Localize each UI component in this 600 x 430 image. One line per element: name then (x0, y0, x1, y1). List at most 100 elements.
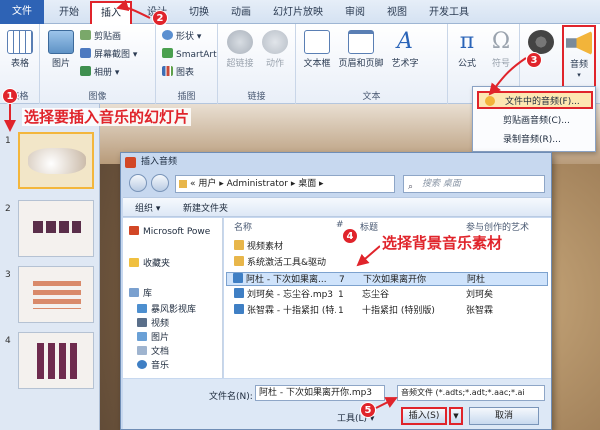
tab-animations[interactable]: 动画 (226, 4, 256, 22)
address-path: « 用户 ▸ Administrator ▸ 桌面 ▸ (190, 179, 324, 189)
track-title: 忘尘谷 (362, 290, 390, 300)
file-row[interactable]: 系统激活工具&驱动 (226, 256, 548, 270)
nav-label: 视频 (151, 319, 170, 329)
table-label: 表格 (10, 59, 29, 69)
clipart-icon (80, 30, 91, 40)
table-icon (7, 30, 33, 54)
nav-item-powerpoint[interactable]: Microsoft Powe (129, 226, 210, 238)
file-name-text: 阿杜 - 下次如果离... (246, 275, 327, 285)
dialog-title-bar: 插入音频 (121, 153, 551, 171)
annotation-text: 选择要插入音乐的幻灯片 (22, 108, 192, 126)
group-links: 超链接 动作 链接 (218, 24, 296, 104)
header-footer-button[interactable]: 页眉和页脚 (336, 30, 386, 69)
column-number[interactable]: # (336, 220, 344, 230)
menu-item-label: 文件中的音频(F)... (505, 97, 580, 107)
audio-label: 音频 (569, 60, 588, 70)
video-library-icon (137, 304, 147, 313)
table-button[interactable]: 表格 (6, 30, 34, 69)
nav-label: Microsoft Powe (143, 227, 211, 237)
nav-item-favorites[interactable]: 收藏夹 (129, 258, 170, 270)
nav-item-documents[interactable]: 文档 (137, 346, 169, 358)
tab-file[interactable]: 文件 (0, 0, 44, 24)
slide-thumbnail-1[interactable] (18, 132, 94, 189)
filetype-select[interactable]: 音频文件 (*.adts;*.adt;*.aac;*.ai (397, 385, 545, 401)
library-icon (129, 288, 139, 297)
audio-file-icon (234, 288, 244, 298)
file-name-text: 系统激活工具&驱动 (247, 258, 327, 268)
wordart-icon: A (397, 29, 413, 54)
symbol-button[interactable]: Ω 符号 (486, 30, 516, 70)
textbox-label: 文本框 (303, 59, 331, 69)
organize-button[interactable]: 组织 ▾ (135, 201, 160, 214)
tab-developer[interactable]: 开发工具 (424, 4, 474, 22)
tab-slideshow[interactable]: 幻灯片放映 (266, 4, 330, 22)
insert-button[interactable]: 插入(S) (401, 407, 447, 425)
screenshot-button[interactable]: 屏幕截图 ▾ (80, 48, 137, 62)
search-input[interactable]: ⌕ 搜索 桌面 (403, 175, 545, 193)
picture-button[interactable]: 图片 (46, 30, 76, 69)
track-title: 十指紧扣 (特别版) (362, 306, 435, 316)
file-row[interactable]: 张智霖 - 十指紧扣 (特... 1 十指紧扣 (特别版) 张智霖 (226, 304, 548, 318)
clipart-button[interactable]: 剪贴画 (80, 30, 121, 44)
file-row-selected[interactable]: 阿杜 - 下次如果离... 7 下次如果离开你 阿杜 (226, 272, 548, 286)
smartart-button[interactable]: SmartArt (162, 48, 217, 62)
track-number: 1 (338, 290, 344, 300)
forward-button[interactable] (151, 174, 169, 192)
menu-item-audio-from-file[interactable]: 文件中的音频(F)... (477, 91, 593, 109)
annotation-select-slide: 选择要插入音乐的幻灯片 (22, 106, 192, 127)
nav-item-videos[interactable]: 视频 (137, 318, 169, 330)
album-label: 相册 (94, 68, 113, 78)
slide-thumbnail-4[interactable] (18, 332, 94, 389)
menu-item-clipart-audio[interactable]: 剪贴画音频(C)... (477, 112, 593, 130)
column-title[interactable]: 标题 (360, 220, 378, 233)
column-name[interactable]: 名称 (234, 220, 252, 233)
audio-dropdown-menu: 文件中的音频(F)... 剪贴画音频(C)... 录制音频(R)... (472, 86, 596, 152)
filename-input[interactable]: 阿杜 - 下次如果离开你.mp3 (255, 385, 385, 401)
cancel-button[interactable]: 取消 (469, 407, 539, 425)
file-name: 系统激活工具&驱动 (234, 256, 344, 270)
chart-button[interactable]: 图表 (162, 66, 194, 80)
tab-review[interactable]: 审阅 (340, 4, 370, 22)
ribbon-tab-bar: 文件 开始 插入 设计 切换 动画 幻灯片放映 审阅 视图 开发工具 (0, 0, 600, 24)
file-name: 阿杜 - 下次如果离... (233, 273, 335, 287)
equation-button[interactable]: π 公式 (452, 30, 482, 70)
hyperlink-button[interactable]: 超链接 (224, 30, 256, 69)
shapes-button[interactable]: 形状 ▾ (162, 30, 201, 44)
tab-home[interactable]: 开始 (52, 4, 86, 22)
textbox-button[interactable]: 文本框 (300, 30, 334, 69)
nav-item-pictures[interactable]: 图片 (137, 332, 169, 344)
dialog-bottom-bar: 文件名(N): 阿杜 - 下次如果离开你.mp3 音频文件 (*.adts;*.… (123, 379, 551, 429)
chart-label: 图表 (176, 68, 195, 78)
album-button[interactable]: 相册 ▾ (80, 66, 119, 80)
nav-label: 库 (143, 289, 153, 299)
nav-item-storm-video[interactable]: 暴风影视库 (137, 304, 196, 316)
smartart-label: SmartArt (176, 50, 217, 60)
film-icon (137, 318, 147, 327)
action-label: 动作 (265, 59, 284, 69)
tab-insert[interactable]: 插入 (90, 1, 132, 24)
filename-label: 文件名(N): (209, 392, 253, 402)
slide-thumbnail-2[interactable] (18, 200, 94, 257)
film-reel-icon (528, 30, 554, 54)
slide-thumbnail-3[interactable] (18, 266, 94, 323)
step-marker-2: 2 (152, 10, 168, 26)
group-images-label: 图像 (88, 92, 107, 102)
audio-file-icon (485, 96, 495, 106)
address-bar[interactable]: « 用户 ▸ Administrator ▸ 桌面 ▸ (175, 175, 395, 193)
tab-transitions[interactable]: 切换 (184, 4, 214, 22)
menu-item-record-audio[interactable]: 录制音频(R)... (477, 131, 593, 149)
wordart-button[interactable]: A 艺术字 (388, 29, 422, 70)
slide-number: 1 (5, 136, 11, 146)
nav-item-music[interactable]: 音乐 (137, 360, 169, 372)
audio-button[interactable]: 音频 ▾ (562, 25, 596, 89)
back-button[interactable] (129, 174, 147, 192)
file-row[interactable]: 刘珂矣 - 忘尘谷.mp3 1 忘尘谷 刘珂矣 (226, 288, 548, 302)
nav-item-libraries[interactable]: 库 (129, 288, 152, 300)
tab-view[interactable]: 视图 (382, 4, 412, 22)
nav-label: 文档 (151, 347, 170, 357)
textbox-icon (304, 30, 330, 54)
nav-label: 收藏夹 (143, 259, 171, 269)
new-folder-button[interactable]: 新建文件夹 (183, 201, 228, 214)
action-button[interactable]: 动作 (260, 30, 290, 69)
insert-dropdown-arrow[interactable]: ▼ (449, 407, 463, 425)
